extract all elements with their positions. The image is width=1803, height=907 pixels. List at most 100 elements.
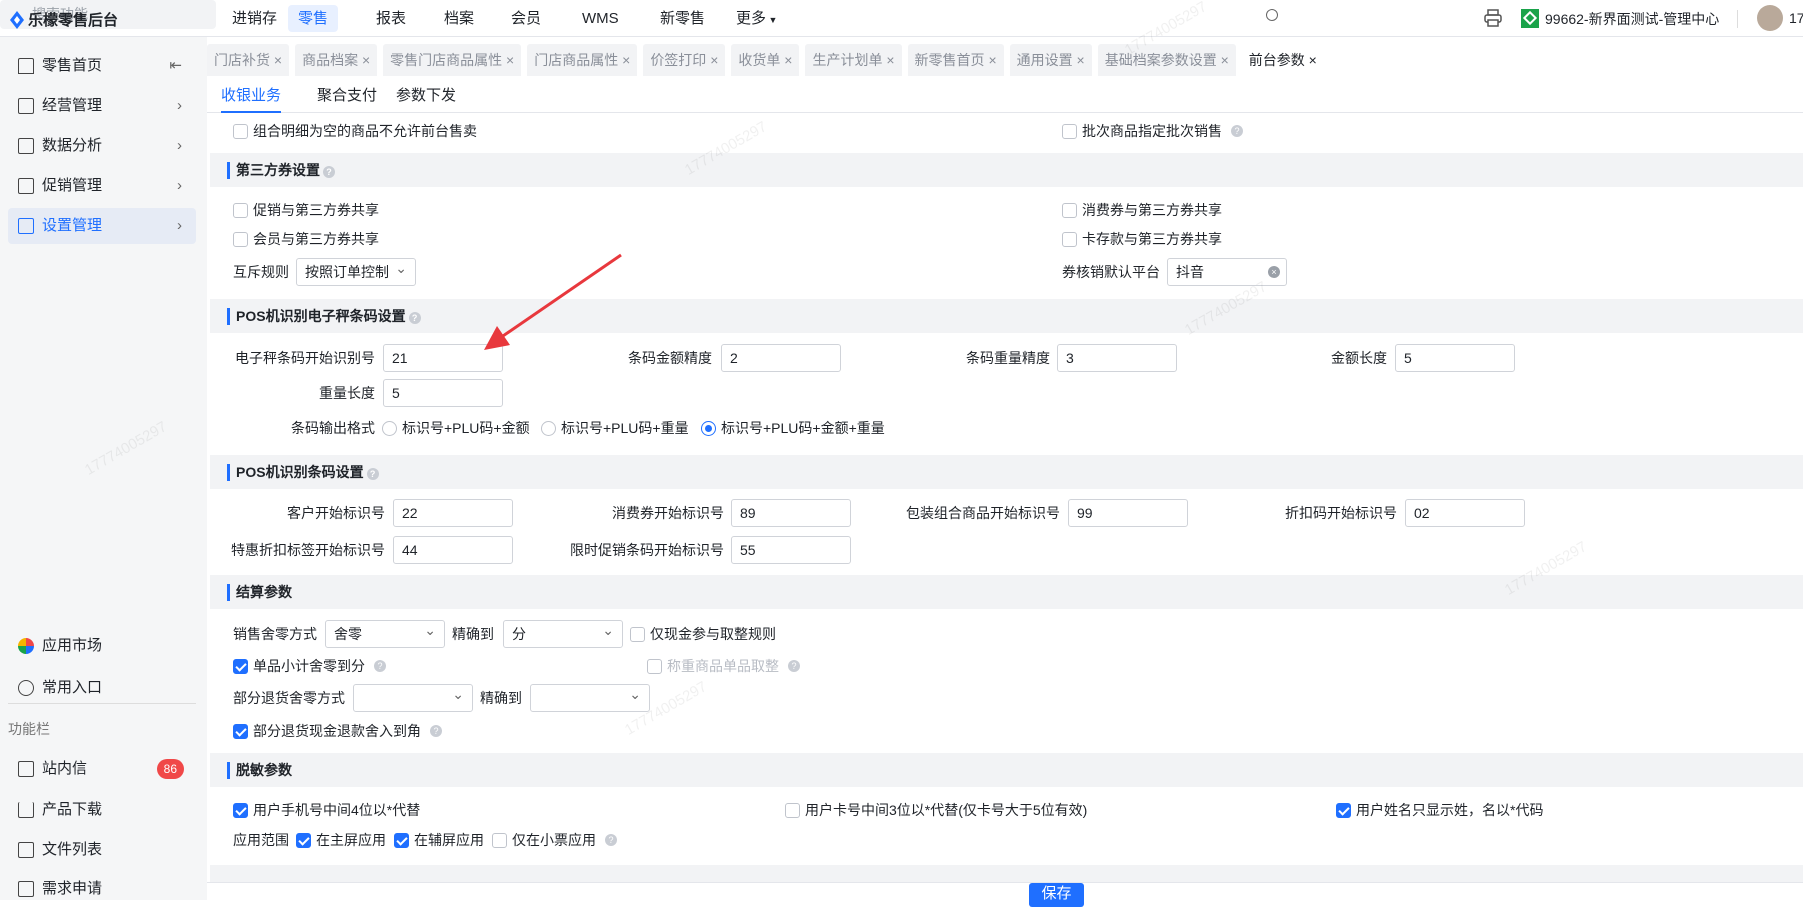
format-radio-amount[interactable]: 标识号+PLU码+金额 bbox=[382, 418, 530, 438]
amount-length-input[interactable]: 5 bbox=[1395, 344, 1515, 372]
checkbox[interactable] bbox=[233, 231, 248, 247]
amount-precision-input[interactable]: 2 bbox=[721, 344, 841, 372]
nav-new-retail[interactable]: 新零售 bbox=[650, 5, 715, 32]
close-icon[interactable]: × bbox=[1077, 52, 1085, 68]
user-name[interactable]: 17 bbox=[1789, 10, 1803, 26]
format-radio-weight[interactable]: 标识号+PLU码+重量 bbox=[541, 418, 689, 438]
checkbox[interactable] bbox=[1062, 123, 1077, 139]
return-cash-checkbox[interactable]: 部分退货现金退款舍入到角? bbox=[233, 721, 442, 741]
app-logo[interactable]: 乐檬零售后台 bbox=[10, 9, 118, 30]
help-icon[interactable]: ? bbox=[430, 725, 442, 737]
platform-select[interactable]: 抖音 × bbox=[1167, 258, 1287, 286]
checkbox[interactable] bbox=[233, 802, 248, 818]
sidebar-item-analysis[interactable]: 数据分析 › bbox=[8, 128, 196, 164]
checkbox[interactable] bbox=[1062, 202, 1077, 218]
mutex-select[interactable]: 按照订单控制 bbox=[296, 255, 416, 286]
checkbox[interactable] bbox=[630, 626, 645, 642]
close-icon[interactable]: × bbox=[506, 52, 514, 68]
checkbox[interactable] bbox=[296, 832, 311, 848]
sidebar-item-favorites[interactable]: 常用入口 bbox=[8, 670, 196, 706]
tab-frontend-params[interactable]: 前台参数 × bbox=[1241, 44, 1324, 76]
tab-new-retail-home[interactable]: 新零售首页 × bbox=[907, 44, 1004, 76]
help-icon[interactable]: ? bbox=[323, 166, 335, 178]
close-icon[interactable]: × bbox=[710, 52, 718, 68]
help-icon[interactable]: ? bbox=[605, 834, 617, 846]
checkbox[interactable] bbox=[233, 123, 248, 139]
member-share-checkbox[interactable]: 会员与第三方券共享 bbox=[233, 229, 379, 249]
close-icon[interactable]: × bbox=[784, 52, 792, 68]
tab-receipt[interactable]: 收货单 × bbox=[731, 44, 800, 76]
help-icon[interactable]: ? bbox=[366, 468, 379, 480]
cash-only-checkbox[interactable]: 仅现金参与取整规则 bbox=[630, 624, 776, 644]
close-icon[interactable]: × bbox=[1221, 52, 1229, 68]
close-icon[interactable]: × bbox=[622, 52, 630, 68]
tab-price-label[interactable]: 价签打印 × bbox=[643, 44, 726, 76]
tab-store-replenish[interactable]: 门店补货 × bbox=[207, 44, 290, 76]
checkbox[interactable] bbox=[233, 658, 248, 674]
avatar[interactable] bbox=[1757, 5, 1783, 31]
nav-retail[interactable]: 零售 bbox=[288, 5, 339, 32]
scope-main-checkbox[interactable]: 在主屏应用 bbox=[296, 830, 386, 850]
nav-more[interactable]: 更多 ▼ bbox=[726, 5, 787, 32]
coupon-input[interactable]: 89 bbox=[731, 499, 851, 527]
mask-card-checkbox[interactable]: 用户卡号中间3位以*代替(仅卡号大于5位有效) bbox=[785, 800, 1087, 820]
precise-select[interactable]: 分 bbox=[503, 617, 623, 648]
help-icon[interactable]: ? bbox=[408, 312, 421, 324]
save-button[interactable]: 保存 bbox=[1029, 883, 1084, 907]
tab-general-settings[interactable]: 通用设置 × bbox=[1009, 44, 1092, 76]
subtab-param-dispatch[interactable]: 参数下发 bbox=[396, 84, 456, 113]
nav-archive[interactable]: 档案 bbox=[434, 5, 484, 32]
customer-input[interactable]: 22 bbox=[393, 499, 513, 527]
radio[interactable] bbox=[541, 420, 556, 436]
help-icon[interactable]: ? bbox=[374, 660, 386, 672]
scale-start-input[interactable]: 21 bbox=[383, 344, 503, 372]
sidebar-item-download[interactable]: 产品下载 bbox=[8, 792, 196, 828]
printer-icon[interactable] bbox=[1484, 9, 1502, 27]
nav-wms[interactable]: WMS bbox=[572, 5, 629, 32]
special-input[interactable]: 44 bbox=[393, 536, 513, 564]
help-icon[interactable]: ? bbox=[788, 660, 800, 672]
sidebar-item-messages[interactable]: 站内信 86 bbox=[8, 751, 196, 787]
round-select[interactable]: 舍零 bbox=[325, 617, 445, 648]
sidebar-item-files[interactable]: 文件列表 bbox=[8, 832, 196, 868]
weighed-round-checkbox[interactable]: 称重商品单品取整? bbox=[647, 656, 800, 676]
scope-ticket-checkbox[interactable]: 仅在小票应用? bbox=[492, 830, 617, 850]
close-icon[interactable]: × bbox=[362, 52, 370, 68]
sidebar-item-business[interactable]: 经营管理 › bbox=[8, 88, 196, 124]
help-icon[interactable]: ? bbox=[1231, 125, 1243, 137]
store-name[interactable]: 99662-新界面测试-管理中心 bbox=[1545, 9, 1719, 29]
checkbox[interactable] bbox=[647, 658, 662, 674]
subtab-cashier[interactable]: 收银业务 bbox=[221, 84, 282, 113]
sidebar-item-requests[interactable]: 需求申请 bbox=[8, 871, 196, 907]
tab-store-product-attr[interactable]: 门店商品属性 × bbox=[527, 44, 638, 76]
close-icon[interactable]: × bbox=[988, 52, 996, 68]
sidebar-item-promotion[interactable]: 促销管理 › bbox=[8, 168, 196, 204]
combo-empty-checkbox[interactable]: 组合明细为空的商品不允许前台售卖 bbox=[233, 121, 477, 141]
sidebar-item-app-market[interactable]: 应用市场 bbox=[8, 628, 196, 664]
nav-member[interactable]: 会员 bbox=[501, 5, 551, 32]
consume-share-checkbox[interactable]: 消费券与第三方券共享 bbox=[1062, 200, 1222, 220]
subtab-aggregate-pay[interactable]: 聚合支付 bbox=[317, 84, 377, 113]
weight-length-input[interactable]: 5 bbox=[383, 379, 503, 407]
checkbox[interactable] bbox=[394, 832, 409, 848]
tab-product-archive[interactable]: 商品档案 × bbox=[295, 44, 378, 76]
clear-icon[interactable]: × bbox=[1268, 266, 1280, 278]
checkbox[interactable] bbox=[233, 202, 248, 218]
sidebar-item-settings[interactable]: 设置管理 › bbox=[8, 208, 196, 244]
close-icon[interactable]: × bbox=[886, 52, 894, 68]
checkbox[interactable] bbox=[233, 723, 248, 739]
tab-retail-store-attr[interactable]: 零售门店商品属性 × bbox=[383, 44, 522, 76]
mask-phone-checkbox[interactable]: 用户手机号中间4位以*代替 bbox=[233, 800, 420, 820]
limited-input[interactable]: 55 bbox=[731, 536, 851, 564]
return-round-select[interactable] bbox=[353, 681, 473, 712]
nav-reports[interactable]: 报表 bbox=[366, 5, 416, 32]
radio[interactable] bbox=[382, 420, 397, 436]
format-radio-amount-weight[interactable]: 标识号+PLU码+金额+重量 bbox=[701, 418, 885, 438]
tab-production-plan[interactable]: 生产计划单 × bbox=[805, 44, 902, 76]
card-share-checkbox[interactable]: 卡存款与第三方券共享 bbox=[1062, 229, 1222, 249]
checkbox[interactable] bbox=[785, 802, 800, 818]
discount-input[interactable]: 02 bbox=[1405, 499, 1525, 527]
collapse-icon[interactable]: ⇤ bbox=[169, 48, 182, 84]
nav-jinxiaocun[interactable]: 进销存 bbox=[222, 5, 287, 32]
radio[interactable] bbox=[701, 420, 716, 436]
